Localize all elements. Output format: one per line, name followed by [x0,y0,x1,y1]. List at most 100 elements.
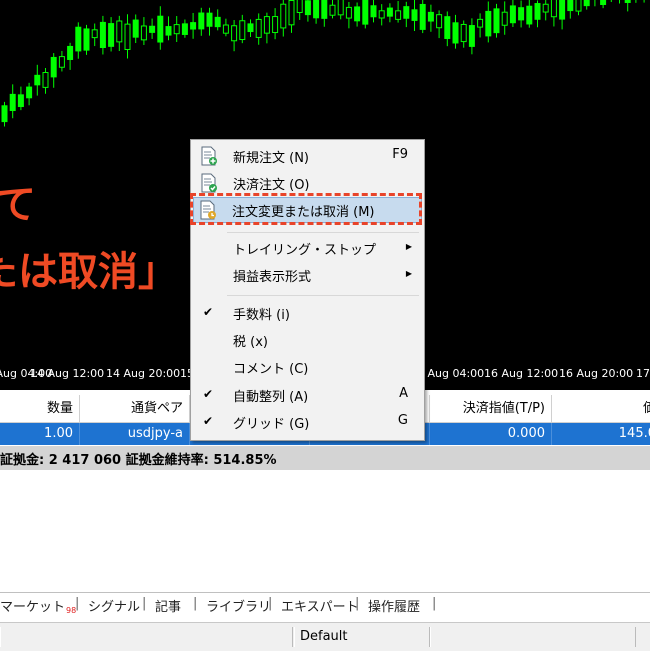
menu-item-auto-arrange[interactable]: ✔ 自動整列 (A) A [193,382,422,408]
candle-body [386,7,393,17]
candle [600,0,607,9]
menu-item-new-order[interactable]: 新規注文 (N) F9 [193,143,422,169]
candle-body [362,0,369,25]
checkmark-icon: ✔ [203,387,214,401]
tab-library[interactable]: ライブラリ [206,596,271,615]
candle-body [436,14,443,29]
candle [116,15,123,52]
candle [550,0,557,27]
menu-item-commission[interactable]: ✔ 手数料 (i) [193,300,422,326]
candle-body [173,24,180,35]
cell-volume: 1.00 [0,423,80,445]
menu-item-trailing-stop[interactable]: トレイリング・ストップ ▶ [193,235,422,261]
candle-body [329,4,336,16]
candle [222,18,229,37]
candle-body [50,56,57,78]
candle [493,3,500,38]
candle-body [17,94,24,108]
menu-item-label: 損益表示形式 [233,270,312,285]
candle [337,0,344,20]
candle [378,4,385,26]
submenu-arrow-icon: ▶ [405,269,412,278]
menu-item-shortcut: F9 [392,147,408,162]
menu-item-label: トレイリング・ストップ [233,243,377,258]
candle [67,42,74,70]
candle [140,17,147,45]
candle [149,18,156,39]
candle [354,2,361,27]
tab-articles[interactable]: 記事 [155,596,181,615]
tab-journal[interactable]: 操作履歴 [368,596,420,615]
candle-body [165,26,172,36]
menu-item-modify-order[interactable]: 注文変更または取消 (M) [193,197,422,223]
candle-body [214,16,221,28]
menu-item-label: 手数料 (i) [233,308,290,323]
candle-body [34,74,41,86]
candle-body [206,12,213,27]
candle [9,84,16,119]
context-menu: 新規注文 (N) F9 決済注文 (O) 注文変更または取消 (M) トレイリン… [190,139,425,441]
candle-body [304,0,311,16]
overlay-caption-line1: て [0,182,36,228]
candle-body [395,10,402,20]
candle-body [272,16,279,34]
column-header-volume[interactable]: 数量 [0,395,80,422]
tab-experts[interactable]: エキスパート [281,596,359,615]
status-cell [430,627,636,647]
candle-body [427,11,434,22]
candle [83,24,90,55]
candle [460,20,467,48]
candle [624,0,631,12]
candle [247,19,254,37]
candle [427,4,434,32]
candle-body [140,25,147,41]
candle-body [403,6,410,19]
menu-item-comment[interactable]: コメント (C) [193,354,422,380]
candle-body [1,105,8,123]
candle-body [509,5,516,24]
candle [477,13,484,38]
menu-item-close-order[interactable]: 決済注文 (O) [193,170,422,196]
candle [42,67,49,94]
menu-separator [227,295,419,296]
candle-body [378,10,385,19]
candle [231,20,238,52]
candle-body [198,12,205,30]
candle [444,11,451,47]
candle [485,1,492,43]
candle [329,0,336,19]
column-header-symbol[interactable]: 通貨ペア [80,395,190,422]
candle [263,12,270,44]
time-tick-label: 16 Aug 20:00 [559,367,634,380]
column-header-take-profit[interactable]: 決済指値(T/P) [430,395,552,422]
status-profile-label: Default [300,629,348,644]
modify-order-icon [200,200,216,220]
menu-item-tax[interactable]: 税 (x) [193,327,422,353]
candle-body [231,25,238,42]
candle [526,0,533,28]
menu-item-shortcut: A [399,386,408,401]
menu-separator [227,232,419,233]
tab-market-label: マーケット [0,600,66,615]
menu-item-grid[interactable]: ✔ グリッド (G) G [193,409,422,435]
tab-separator: | [432,596,437,611]
candle [99,15,106,55]
candle-body [345,6,352,19]
column-header-price[interactable]: 価 [552,395,650,422]
menu-item-profit-display[interactable]: 損益表示形式 ▶ [193,262,422,288]
time-tick-label: 14 Aug 12:00 [30,367,105,380]
candle [559,0,566,30]
candle-body [321,0,328,19]
candle-body [149,25,156,33]
status-profile[interactable]: Default [294,627,430,647]
candle [58,50,65,72]
candle-body [354,6,361,22]
candle [255,13,262,45]
candle [124,14,131,59]
tab-market[interactable]: マーケット98 [0,596,76,615]
candle-body [526,5,533,25]
new-order-icon [201,146,217,166]
candle-body [181,23,188,35]
candle [75,22,82,59]
tab-signals[interactable]: シグナル [88,596,140,615]
